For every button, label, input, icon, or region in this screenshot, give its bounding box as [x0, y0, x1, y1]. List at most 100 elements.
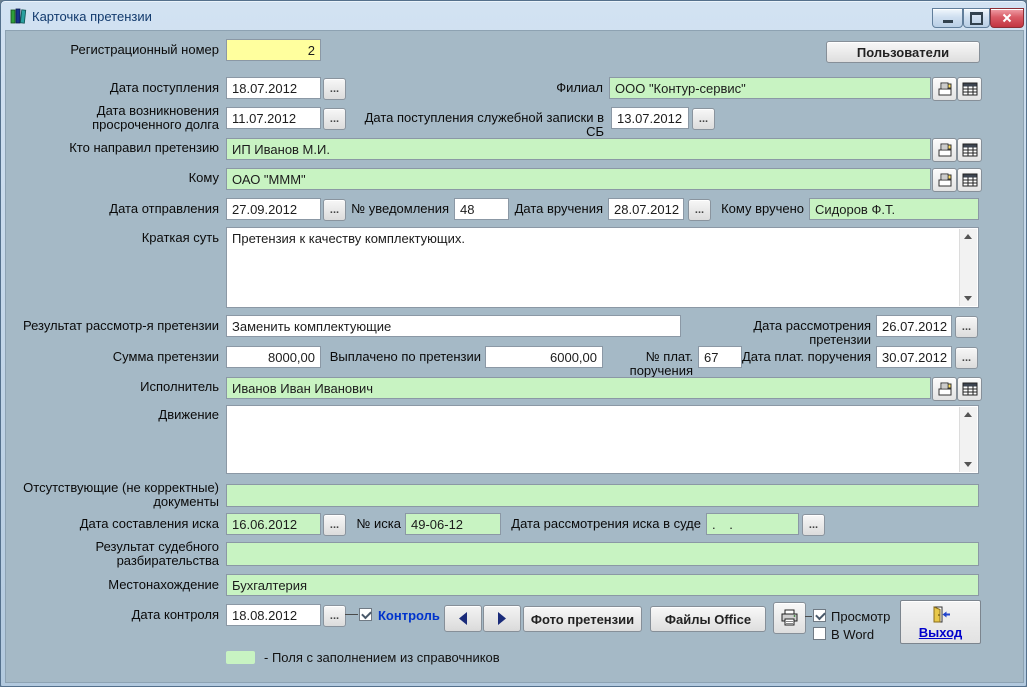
executor-field[interactable]: Иванов Иван Иванович — [226, 377, 931, 399]
executor-pick-button[interactable] — [932, 377, 957, 401]
memo-date-field[interactable]: 13.07.2012 — [611, 107, 689, 129]
sent-date-label: Дата отправления — [11, 202, 219, 216]
exit-door-icon — [931, 605, 951, 624]
missing-docs-field[interactable] — [226, 484, 979, 507]
next-record-button[interactable] — [483, 605, 521, 632]
legend-text: - Поля с заполнением из справочников — [264, 650, 500, 665]
delivery-date-field[interactable]: 28.07.2012 — [608, 198, 684, 220]
suit-no-field[interactable]: 49-06-12 — [405, 513, 501, 535]
table-icon — [962, 381, 978, 397]
review-date-field[interactable]: 26.07.2012 — [876, 315, 952, 337]
memo-date-label: Дата поступления служебной записки в СБ — [351, 111, 604, 139]
word-checkbox-label: В Word — [831, 627, 874, 642]
card-index-icon — [937, 172, 953, 188]
close-button[interactable] — [990, 8, 1024, 28]
addressee-label: Кому — [11, 171, 219, 185]
control-date-field[interactable]: 18.08.2012 — [226, 604, 321, 626]
table-icon — [962, 172, 978, 188]
branch-pick-button[interactable] — [932, 77, 957, 101]
branch-label: Филиал — [541, 81, 603, 95]
close-icon — [1002, 13, 1012, 23]
delivered-to-label: Кому вручено — [719, 202, 804, 216]
sent-date-field[interactable]: 27.09.2012 — [226, 198, 321, 220]
claim-amount-field[interactable]: 8000,00 — [226, 346, 321, 368]
summary-text: Претензия к качеству комплектующих. — [232, 231, 956, 246]
payment-no-field[interactable]: 67 — [698, 346, 742, 368]
card-index-icon — [937, 142, 953, 158]
titlebar: Карточка претензии — [1, 1, 1026, 30]
print-button[interactable] — [773, 602, 806, 634]
claim-photo-button[interactable]: Фото претензии — [523, 606, 642, 632]
payment-no-label: № плат. поручения — [581, 350, 693, 378]
preview-checkbox[interactable] — [813, 609, 826, 622]
word-checkbox[interactable] — [813, 627, 826, 640]
paid-amount-label: Выплачено по претензии — [326, 350, 481, 364]
claim-card-window: Карточка претензии Регистрационный номер… — [0, 0, 1027, 687]
movement-label: Движение — [11, 408, 219, 422]
delivery-date-label: Дата вручения — [513, 202, 603, 216]
review-result-field[interactable]: Заменить комплектующие — [226, 315, 681, 337]
sent-date-picker-button[interactable]: ... — [323, 199, 346, 221]
executor-list-button[interactable] — [957, 377, 982, 401]
summary-scrollbar[interactable] — [959, 229, 977, 306]
table-icon — [962, 81, 978, 97]
users-button[interactable]: Пользователи — [826, 41, 980, 63]
prev-record-button[interactable] — [444, 605, 482, 632]
scroll-up-icon — [964, 234, 972, 239]
addressee-list-button[interactable] — [957, 168, 982, 192]
branch-list-button[interactable] — [957, 77, 982, 101]
addressee-pick-button[interactable] — [932, 168, 957, 192]
executor-label: Исполнитель — [11, 380, 219, 394]
delivered-to-field[interactable]: Сидоров Ф.Т. — [809, 198, 979, 220]
control-date-picker-button[interactable]: ... — [323, 605, 346, 627]
claim-amount-label: Сумма претензии — [11, 350, 219, 364]
court-result-field[interactable] — [226, 542, 979, 566]
payment-date-picker-button[interactable]: ... — [955, 347, 978, 369]
notice-no-field[interactable]: 48 — [454, 198, 509, 220]
addressee-field[interactable]: ОАО "МММ" — [226, 168, 931, 190]
maximize-icon — [970, 12, 983, 25]
suit-date-picker-button[interactable]: ... — [323, 514, 346, 536]
movement-textarea[interactable] — [226, 405, 979, 474]
books-icon — [10, 7, 27, 24]
movement-scrollbar[interactable] — [959, 407, 977, 472]
table-icon — [962, 142, 978, 158]
exit-button[interactable]: Выход — [900, 600, 981, 644]
location-field[interactable]: Бухгалтерия — [226, 574, 979, 596]
notice-no-label: № уведомления — [347, 202, 449, 216]
date-received-label: Дата поступления — [11, 81, 219, 95]
suit-no-label: № иска — [347, 517, 401, 531]
arrow-left-icon — [457, 612, 469, 625]
summary-label: Краткая суть — [11, 231, 219, 245]
office-files-button[interactable]: Файлы Office — [650, 606, 766, 632]
suit-date-field[interactable]: 16.06.2012 — [226, 513, 321, 535]
sender-field[interactable]: ИП Иванов М.И. — [226, 138, 931, 160]
overdue-date-picker-button[interactable]: ... — [323, 108, 346, 130]
review-date-picker-button[interactable]: ... — [955, 316, 978, 338]
printer-icon — [780, 609, 799, 627]
sender-list-button[interactable] — [957, 138, 982, 162]
court-date-field[interactable]: . . — [706, 513, 799, 535]
memo-date-picker-button[interactable]: ... — [692, 108, 715, 130]
date-received-picker-button[interactable]: ... — [323, 78, 346, 100]
court-date-picker-button[interactable]: ... — [802, 514, 825, 536]
minimize-button[interactable] — [932, 8, 963, 28]
date-received-field[interactable]: 18.07.2012 — [226, 77, 321, 99]
scroll-down-icon — [964, 296, 972, 301]
summary-textarea[interactable]: Претензия к качеству комплектующих. — [226, 227, 979, 308]
overdue-date-field[interactable]: 11.07.2012 — [226, 107, 321, 129]
maximize-button[interactable] — [963, 8, 990, 28]
overdue-date-label: Дата возникновения просроченного долга — [11, 104, 219, 132]
suit-date-label: Дата составления иска — [11, 517, 219, 531]
branch-field[interactable]: ООО "Контур-сервис" — [609, 77, 931, 99]
scroll-down-icon — [964, 462, 972, 467]
reg-number-field[interactable]: 2 — [226, 39, 321, 61]
window-title: Карточка претензии — [32, 9, 152, 24]
arrow-right-icon — [496, 612, 508, 625]
delivery-date-picker-button[interactable]: ... — [688, 199, 711, 221]
sender-pick-button[interactable] — [932, 138, 957, 162]
payment-date-field[interactable]: 30.07.2012 — [876, 346, 952, 368]
review-result-label: Результат рассмотр-я претензии — [11, 319, 219, 333]
control-checkbox[interactable] — [359, 608, 372, 621]
location-label: Местонахождение — [11, 578, 219, 592]
